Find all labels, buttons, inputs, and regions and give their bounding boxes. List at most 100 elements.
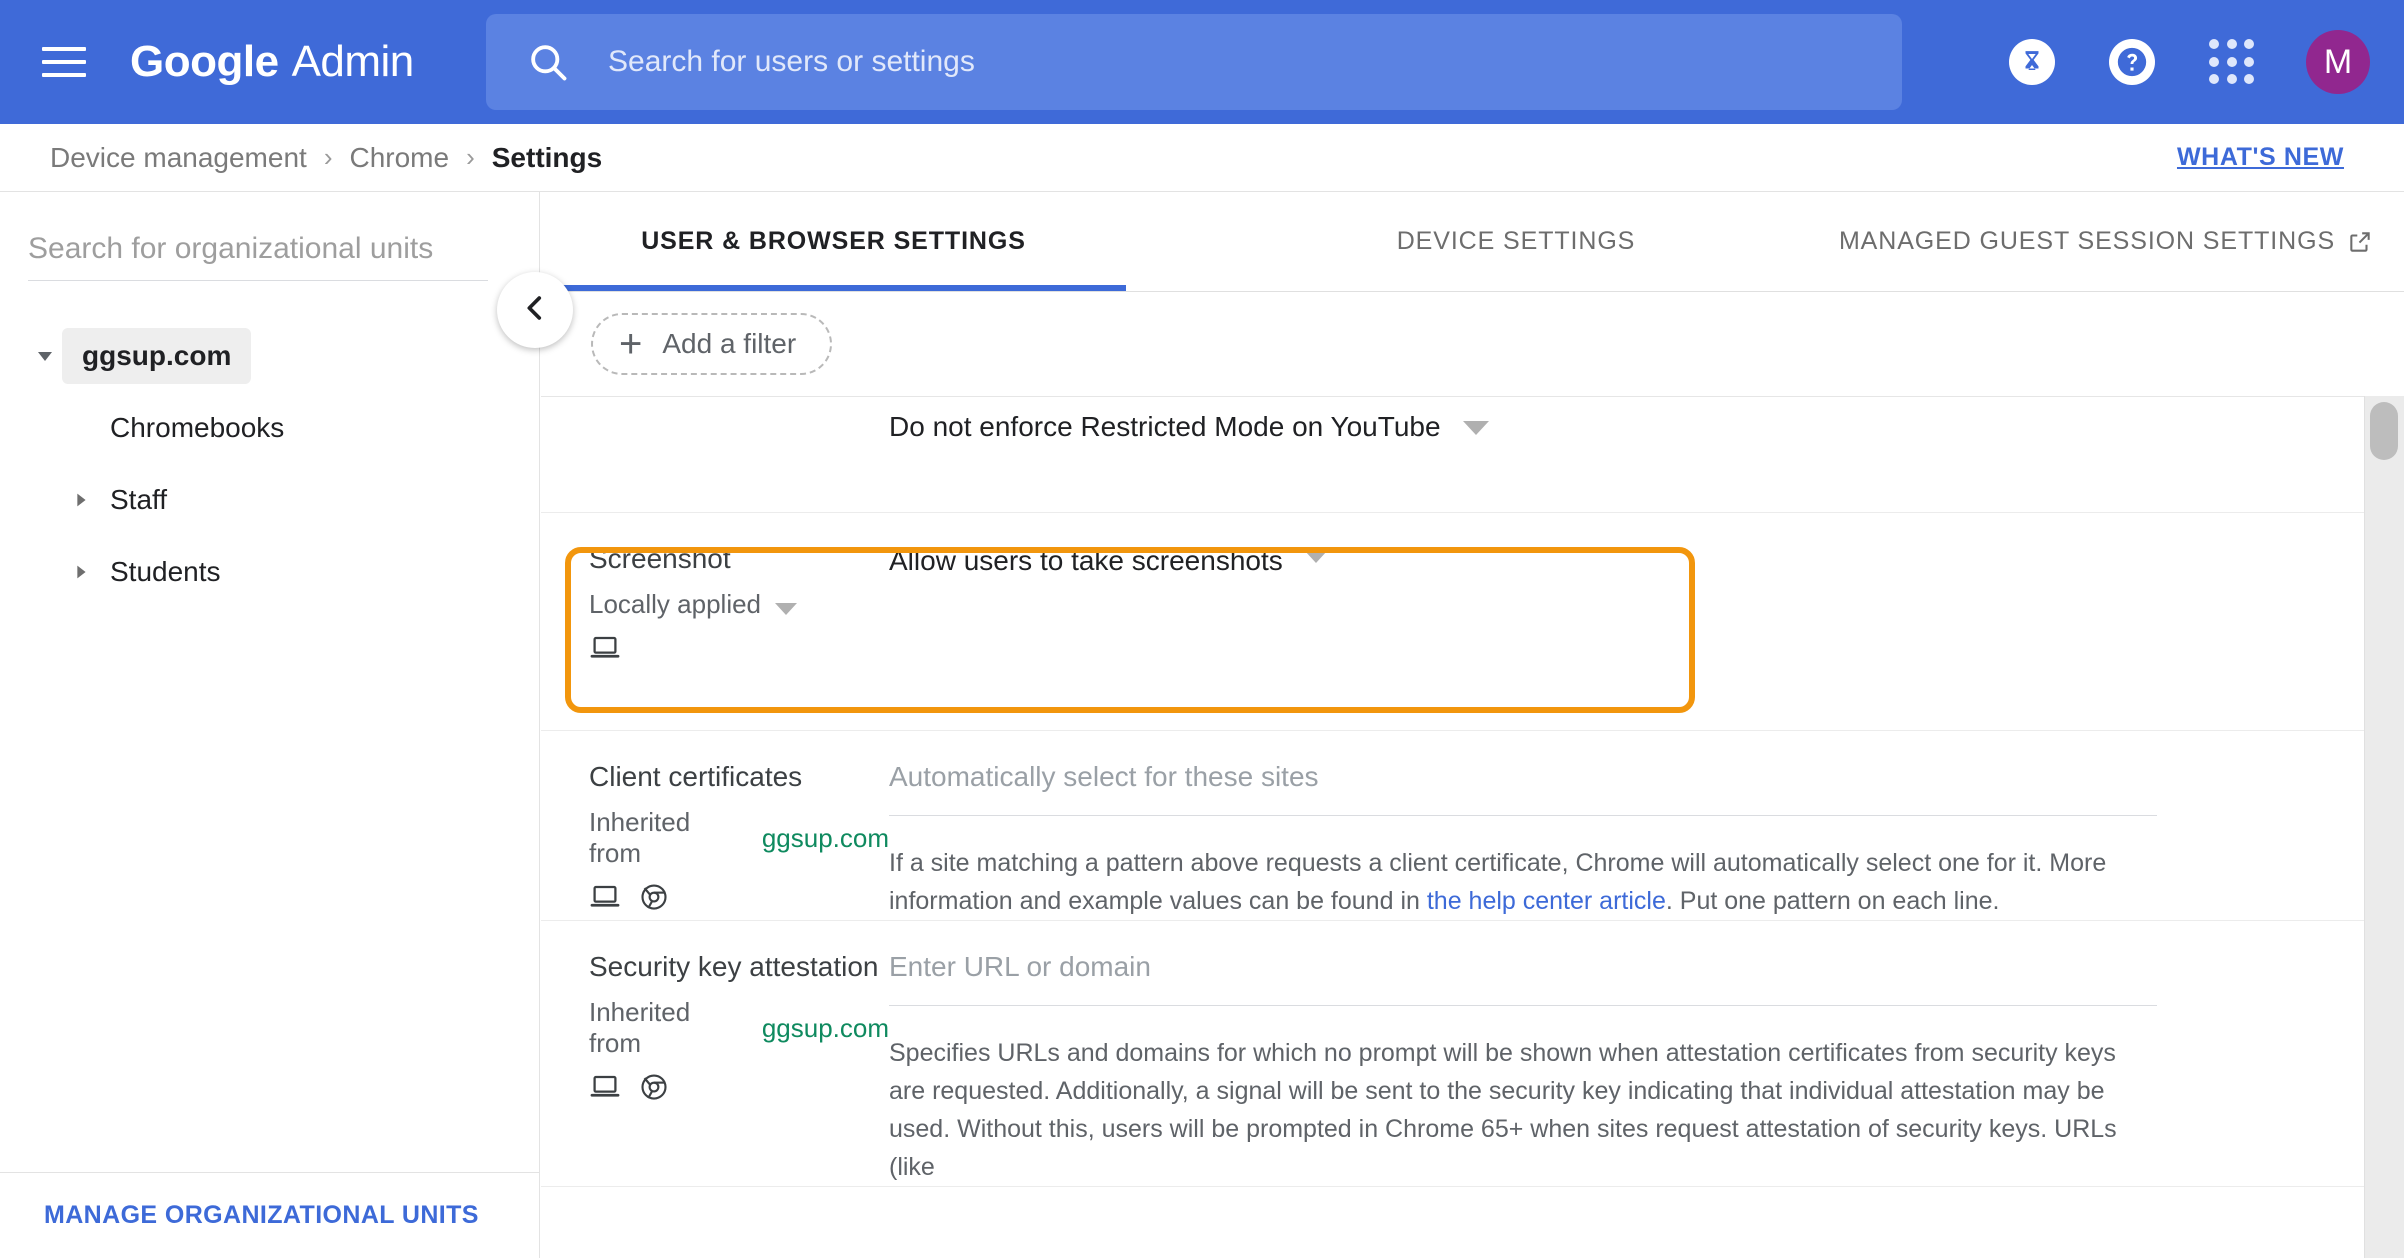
plus-icon: +: [619, 324, 642, 364]
setting-row-screenshot[interactable]: Screenshot Locally applied Allow: [541, 513, 2404, 731]
settings-tabs: USER & BROWSER SETTINGS DEVICE SETTINGS …: [541, 192, 2404, 292]
chromebook-icon: [589, 1071, 621, 1108]
tab-managed-guest-session-settings[interactable]: MANAGED GUEST SESSION SETTINGS: [1826, 192, 2386, 291]
breadcrumb-separator: ›: [466, 142, 475, 173]
manage-organizational-units-link[interactable]: MANAGE ORGANIZATIONAL UNITS: [44, 1201, 479, 1230]
add-a-filter-button[interactable]: + Add a filter: [591, 313, 832, 375]
setting-value-text: Do not enforce Restricted Mode on YouTub…: [889, 409, 1441, 446]
setting-help-text: If a site matching a pattern above reque…: [889, 844, 2157, 920]
apps-grid-icon: [2209, 39, 2255, 85]
org-unit-search-input[interactable]: Search for organizational units: [28, 232, 488, 281]
chromebook-icon: [589, 632, 621, 669]
setting-inherited-status: Inherited from ggsup.com: [589, 807, 889, 869]
inherited-prefix: Inherited from: [589, 807, 748, 869]
setting-right-column: Enter URL or domain Specifies URLs and d…: [889, 921, 2404, 1186]
sidebar-item-ggsup-com[interactable]: ggsup.com: [0, 320, 540, 392]
help-icon: [2109, 39, 2155, 85]
setting-title: Screenshot: [589, 543, 889, 575]
help-text-part-2: . Put one pattern on each line.: [1666, 887, 2000, 915]
whats-new-link[interactable]: WHAT'S NEW: [2177, 143, 2344, 172]
sidebar-item-label: Staff: [98, 484, 167, 516]
triangle-right-icon[interactable]: [64, 489, 98, 511]
brand-admin: Admin: [292, 37, 414, 87]
chevron-down-icon[interactable]: [1305, 551, 1327, 563]
sidebar-collapse-button[interactable]: [497, 272, 573, 348]
setting-left-column: [589, 396, 889, 512]
sidebar-item-label: Chromebooks: [98, 412, 284, 444]
setting-row-restricted-mode-for-youtube[interactable]: Restricted Mode for YouTube Do not enfor…: [541, 396, 2404, 513]
brand-google: Google: [130, 37, 279, 87]
google-apps-button[interactable]: [2182, 0, 2282, 124]
sidebar-item-students[interactable]: Students: [0, 536, 540, 608]
setting-right-column: Allow users to take screenshots: [889, 513, 2404, 730]
setting-left-column: Client certificates Inherited from ggsup…: [589, 731, 889, 920]
top-bar-actions: M: [1982, 0, 2370, 124]
setting-platform-icons: [589, 881, 889, 918]
setting-right-column: Restricted Mode for YouTube Do not enfor…: [889, 396, 2404, 512]
breadcrumb-item-device-management[interactable]: Device management: [50, 142, 307, 174]
sidebar-item-label: Students: [98, 556, 221, 588]
filter-row: + Add a filter: [541, 292, 2404, 396]
url-or-domain-input[interactable]: Enter URL or domain: [889, 951, 2254, 983]
help-button[interactable]: [2082, 0, 2182, 124]
tab-label: DEVICE SETTINGS: [1397, 227, 1636, 256]
tab-label: MANAGED GUEST SESSION SETTINGS: [1839, 227, 2335, 256]
tab-device-settings[interactable]: DEVICE SETTINGS: [1306, 192, 1726, 291]
setting-row-client-certificates[interactable]: Client certificates Inherited from ggsup…: [541, 731, 2404, 921]
input-underline: [889, 815, 2157, 816]
trial-hourglass-button[interactable]: [1982, 0, 2082, 124]
applied-status-label: Locally applied: [589, 589, 761, 620]
setting-title: Security key attestation: [589, 951, 889, 983]
inherited-prefix: Inherited from: [589, 997, 748, 1059]
avatar[interactable]: M: [2306, 30, 2370, 94]
hourglass-icon: [2009, 39, 2055, 85]
auto-select-sites-input[interactable]: Automatically select for these sites: [889, 761, 2254, 793]
search-icon: [526, 40, 570, 84]
global-search-box[interactable]: Search for users or settings: [486, 14, 1902, 110]
tab-user-and-browser-settings[interactable]: USER & BROWSER SETTINGS: [541, 192, 1126, 291]
org-unit-sidebar: Search for organizational units ggsup.co…: [0, 192, 540, 1258]
breadcrumb-bar: Device management › Chrome › Settings WH…: [0, 124, 2404, 192]
breadcrumb: Device management › Chrome › Settings: [50, 142, 602, 174]
add-filter-label: Add a filter: [662, 328, 796, 360]
setting-value[interactable]: Do not enforce Restricted Mode on YouTub…: [889, 409, 2254, 446]
triangle-right-icon[interactable]: [64, 561, 98, 583]
inherited-org-link[interactable]: ggsup.com: [762, 823, 889, 854]
settings-scrollbar-track[interactable]: [2364, 396, 2404, 1258]
sidebar-item-chromebooks[interactable]: Chromebooks: [0, 392, 540, 464]
setting-title: Client certificates: [589, 761, 889, 793]
setting-right-column: Automatically select for these sites If …: [889, 731, 2404, 920]
sidebar-item-staff[interactable]: Staff: [0, 464, 540, 536]
chrome-icon: [639, 1072, 669, 1107]
input-underline: [889, 1005, 2157, 1006]
manage-organizational-units-bar: MANAGE ORGANIZATIONAL UNITS: [0, 1172, 540, 1258]
sidebar-item-label: ggsup.com: [62, 328, 251, 384]
setting-applied-status[interactable]: Locally applied: [589, 589, 889, 620]
chevron-down-icon[interactable]: [775, 603, 797, 615]
settings-main-panel: USER & BROWSER SETTINGS DEVICE SETTINGS …: [541, 192, 2404, 1258]
chevron-left-icon: [518, 291, 552, 330]
triangle-down-icon[interactable]: [28, 344, 62, 368]
setting-help-text: Specifies URLs and domains for which no …: [889, 1034, 2157, 1186]
org-unit-tree: ggsup.com Chromebooks Staff Students: [0, 320, 540, 608]
setting-row-security-key-attestation[interactable]: Security key attestation Inherited from …: [541, 921, 2404, 1187]
org-unit-search-placeholder: Search for organizational units: [28, 232, 433, 265]
chevron-down-icon[interactable]: [1463, 421, 1489, 435]
chromebook-icon: [589, 881, 621, 918]
settings-list: Restricted Mode for YouTube Do not enfor…: [541, 396, 2404, 1258]
settings-scrollbar-thumb[interactable]: [2370, 402, 2398, 460]
setting-platform-icons: [589, 632, 889, 669]
setting-inherited-status: Inherited from ggsup.com: [589, 997, 889, 1059]
breadcrumb-item-chrome[interactable]: Chrome: [349, 142, 449, 174]
app-brand[interactable]: Google Admin: [130, 37, 414, 87]
search-input[interactable]: Search for users or settings: [608, 45, 975, 79]
help-center-article-link[interactable]: the help center article: [1427, 887, 1666, 915]
hamburger-menu-icon[interactable]: [42, 39, 88, 85]
setting-value-text: Allow users to take screenshots: [889, 543, 1283, 580]
top-app-bar: Google Admin Search for users or setting…: [0, 0, 2404, 124]
setting-left-column: Security key attestation Inherited from …: [589, 921, 889, 1186]
setting-value[interactable]: Allow users to take screenshots: [889, 543, 2254, 580]
inherited-org-link[interactable]: ggsup.com: [762, 1013, 889, 1044]
breadcrumb-item-settings: Settings: [492, 142, 602, 174]
breadcrumb-separator: ›: [324, 142, 333, 173]
